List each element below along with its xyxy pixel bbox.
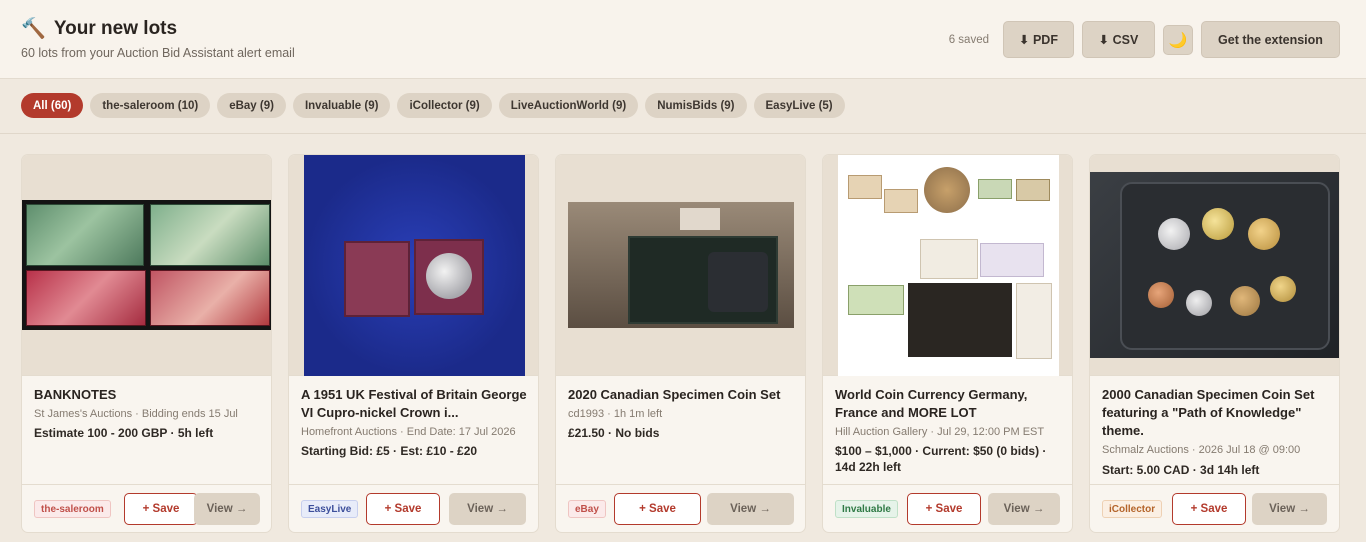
card-footer-divider xyxy=(1090,484,1339,485)
lot-card: 2020 Canadian Specimen Coin Set cd1993 ·… xyxy=(555,154,806,533)
source-badge: the-saleroom xyxy=(34,500,111,518)
lot-photo xyxy=(838,155,1059,376)
view-button[interactable]: View → xyxy=(449,493,526,525)
lot-image-area[interactable] xyxy=(289,155,538,376)
lot-card: A 1951 UK Festival of Britain George VI … xyxy=(288,154,539,533)
filter-chip-icollector[interactable]: iCollector (9) xyxy=(397,93,492,118)
card-footer-divider xyxy=(289,484,538,485)
page-subtitle: 60 lots from your Auction Bid Assistant … xyxy=(21,46,295,60)
lot-card: BANKNOTES St James's Auctions · Bidding … xyxy=(21,154,272,533)
save-button[interactable]: + Save xyxy=(124,493,198,525)
pdf-export-button[interactable]: ⬇ PDF xyxy=(1003,21,1074,58)
card-footer-divider xyxy=(823,484,1072,485)
lot-meta: Hill Auction Gallery · Jul 29, 12:00 PM … xyxy=(835,426,1045,438)
hammer-icon: 🔨 xyxy=(21,18,46,40)
lot-title[interactable]: A 1951 UK Festival of Britain George VI … xyxy=(301,386,529,422)
dark-mode-toggle[interactable]: 🌙 xyxy=(1163,24,1193,55)
lot-price: £21.50 · No bids xyxy=(568,426,660,440)
csv-export-button[interactable]: ⬇ CSV xyxy=(1082,21,1155,58)
header-actions: 6 saved ⬇ PDF ⬇ CSV 🌙 Get the extension xyxy=(949,21,1340,58)
lot-photo xyxy=(304,155,525,376)
lot-photo xyxy=(568,202,794,328)
save-button[interactable]: + Save xyxy=(366,493,440,525)
lot-meta: Schmalz Auctions · 2026 Jul 18 @ 09:00 xyxy=(1102,444,1301,456)
save-button[interactable]: + Save xyxy=(907,493,981,525)
moon-icon: 🌙 xyxy=(1168,31,1188,49)
filter-chip-the-saleroom[interactable]: the-saleroom (10) xyxy=(90,93,211,118)
lot-price: Estimate 100 - 200 GBP · 5h left xyxy=(34,426,214,440)
filter-chip-all[interactable]: All (60) xyxy=(21,93,84,118)
lot-photo xyxy=(1090,172,1339,358)
lot-meta: Homefront Auctions · End Date: 17 Jul 20… xyxy=(301,426,516,438)
save-button[interactable]: + Save xyxy=(1172,493,1246,525)
lot-title[interactable]: 2000 Canadian Specimen Coin Set featurin… xyxy=(1102,386,1330,440)
lot-card: 2000 Canadian Specimen Coin Set featurin… xyxy=(1089,154,1340,533)
lot-card: World Coin Currency Germany, France and … xyxy=(822,154,1073,533)
view-button[interactable]: View → xyxy=(988,493,1060,525)
saved-count: 6 saved xyxy=(948,33,989,46)
lot-title[interactable]: BANKNOTES xyxy=(34,386,262,404)
lot-price: $100 – $1,000 · Current: $50 (0 bids) · … xyxy=(835,444,1047,474)
lot-image-area[interactable] xyxy=(1090,155,1339,376)
source-badge: EasyLive xyxy=(301,500,359,518)
filter-chip-easylive[interactable]: EasyLive (5) xyxy=(753,93,845,118)
lot-price: Starting Bid: £5 · Est: £10 - £20 xyxy=(301,444,478,458)
section-divider xyxy=(0,133,1366,134)
view-button[interactable]: View → xyxy=(1252,493,1327,525)
lot-meta: cd1993 · 1h 1m left xyxy=(568,408,663,420)
filter-chip-numisbids[interactable]: NumisBids (9) xyxy=(645,93,747,118)
card-footer-divider xyxy=(22,484,271,485)
get-extension-button[interactable]: Get the extension xyxy=(1201,21,1340,58)
filter-chip-liveauctionworld[interactable]: LiveAuctionWorld (9) xyxy=(498,93,639,118)
save-button[interactable]: + Save xyxy=(614,493,701,525)
view-button[interactable]: View → xyxy=(707,493,794,525)
lot-price: Start: 5.00 CAD · 3d 14h left xyxy=(1102,463,1260,477)
lot-photo xyxy=(22,200,271,330)
page-header: 🔨 Your new lots 60 lots from your Auctio… xyxy=(0,0,1366,79)
lot-image-area[interactable] xyxy=(22,155,271,376)
filter-chip-invaluable[interactable]: Invaluable (9) xyxy=(292,93,391,118)
lot-image-area[interactable] xyxy=(823,155,1072,376)
lot-meta: St James's Auctions · Bidding ends 15 Ju… xyxy=(34,408,238,420)
title-row: 🔨 Your new lots xyxy=(21,18,177,40)
view-button[interactable]: View → xyxy=(194,493,260,525)
source-filter-bar: All (60) the-saleroom (10) eBay (9) Inva… xyxy=(21,93,845,118)
source-badge: eBay xyxy=(568,500,606,518)
lot-title[interactable]: World Coin Currency Germany, France and … xyxy=(835,386,1063,422)
filter-chip-ebay[interactable]: eBay (9) xyxy=(217,93,286,118)
source-badge: Invaluable xyxy=(835,500,898,518)
page-title: Your new lots xyxy=(53,18,178,39)
lot-image-area[interactable] xyxy=(556,155,805,376)
card-footer-divider xyxy=(556,484,805,485)
source-badge: iCollector xyxy=(1102,500,1163,518)
lot-title[interactable]: 2020 Canadian Specimen Coin Set xyxy=(568,386,796,404)
